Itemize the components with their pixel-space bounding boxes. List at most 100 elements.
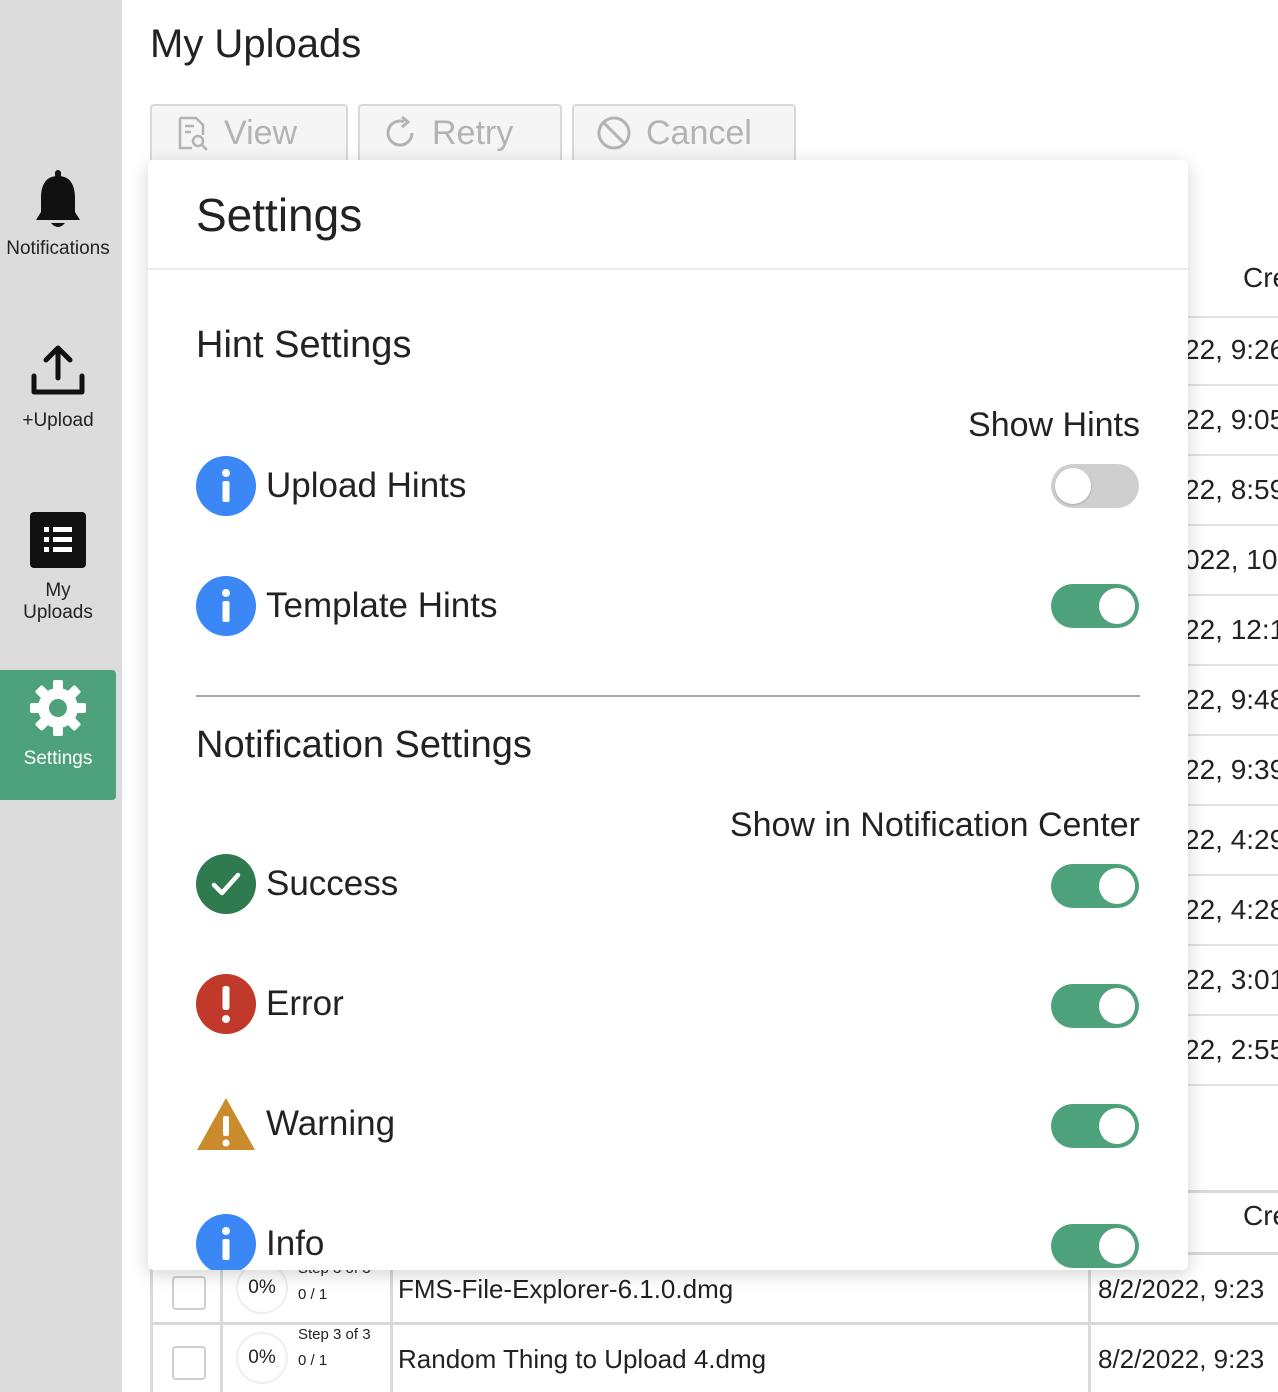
error-label: Error	[266, 984, 344, 1023]
error-toggle[interactable]	[1051, 984, 1139, 1028]
success-label: Success	[266, 864, 399, 903]
created-date-text: 22, 4:29	[1188, 824, 1278, 855]
gear-icon	[30, 680, 86, 736]
created-date-cell: 22, 3:01	[1188, 960, 1278, 1000]
warning-icon	[197, 1098, 255, 1150]
created-date-cell: 22, 9:26	[1188, 330, 1278, 370]
hint-settings-title: Hint Settings	[196, 324, 412, 366]
warning-label: Warning	[266, 1104, 396, 1143]
warning-toggle[interactable]	[1051, 1104, 1139, 1148]
created-date-text: 022, 10	[1188, 544, 1278, 575]
sidebar-item-label: Notifications	[6, 238, 110, 259]
upload-hints-label: Upload Hints	[266, 466, 467, 505]
sidebar-item-settings[interactable]: Settings	[0, 670, 116, 800]
created-date-cell: 22, 9:39	[1188, 750, 1278, 790]
row-checkbox[interactable]	[172, 1276, 206, 1310]
retry-icon	[386, 115, 414, 147]
sidebar: Notifications +Upload My Uploads Setting…	[0, 0, 122, 1392]
modal-header: Settings	[148, 160, 1188, 270]
created-date-cell: 22, 2:55	[1188, 1030, 1278, 1070]
table-divider	[1188, 804, 1278, 806]
row-checkbox[interactable]	[172, 1346, 206, 1380]
view-button-label: View	[224, 113, 298, 152]
created-date-cell: 22, 4:29	[1188, 820, 1278, 860]
toggle-knob	[1099, 988, 1135, 1024]
table-divider	[1188, 1014, 1278, 1016]
view-button[interactable]: View	[150, 104, 348, 160]
created-date: 8/2/2022, 9:23	[1098, 1274, 1265, 1304]
modal-title: Settings	[196, 189, 363, 241]
created-date-cell: 22, 12:1	[1188, 610, 1278, 650]
cancel-button[interactable]: Cancel	[572, 104, 796, 160]
table-divider	[1188, 524, 1278, 526]
created-date-cell: 22, 8:59	[1188, 470, 1278, 510]
created-date-text: 22, 2:55	[1188, 1034, 1278, 1065]
created-date-cell: 22, 4:28	[1188, 890, 1278, 930]
table-divider	[1188, 1084, 1278, 1086]
info-toggle[interactable]	[1051, 1224, 1139, 1268]
table-divider	[1188, 454, 1278, 456]
created-date-cell: 22, 9:05	[1188, 400, 1278, 440]
toggle-knob	[1099, 1108, 1135, 1144]
table-divider	[1188, 944, 1278, 946]
sidebar-item-upload[interactable]: +Upload	[0, 344, 116, 432]
sidebar-item-my-uploads[interactable]: My Uploads	[0, 512, 116, 624]
info-label: Info	[266, 1224, 325, 1263]
created-date-text: 22, 9:48	[1188, 684, 1278, 715]
cancel-icon	[597, 116, 631, 150]
sidebar-item-label: +Upload	[22, 410, 94, 431]
toggle-knob	[1099, 1228, 1135, 1264]
table-divider	[1188, 734, 1278, 736]
sidebar-item-label: Settings	[23, 748, 93, 769]
toggle-knob	[1099, 588, 1135, 624]
section-divider	[196, 695, 1140, 697]
sidebar-item-label: Uploads	[23, 602, 93, 623]
bell-icon	[36, 170, 80, 227]
success-toggle[interactable]	[1051, 864, 1139, 908]
sidebar-item-notifications[interactable]: Notifications	[0, 168, 116, 260]
created-column-header: Cre	[1243, 262, 1278, 293]
template-hints-label: Template Hints	[266, 586, 498, 625]
uploads-table-bottom: Cre 0% Step 3 of 3 0 / 1 FMS-File-Explor…	[150, 1190, 1278, 1392]
notification-settings-title: Notification Settings	[196, 724, 532, 766]
created-date-text: 22, 4:28	[1188, 894, 1278, 925]
sidebar-item-label: My	[45, 580, 71, 601]
settings-modal: Settings Hint Settings Show Hints Upload…	[148, 160, 1188, 1270]
info-icon	[196, 456, 256, 516]
page-title: My Uploads	[150, 22, 362, 66]
created-date-cell: 22, 9:48	[1188, 680, 1278, 720]
progress-percent: 0%	[236, 1332, 288, 1384]
created-date-cell: 022, 10	[1188, 540, 1278, 580]
upload-hints-toggle[interactable]	[1051, 464, 1139, 508]
cancel-button-label: Cancel	[646, 113, 752, 152]
created-date-text: 22, 9:39	[1188, 754, 1278, 785]
step-label: Step 3 of 3	[298, 1326, 371, 1343]
file-name[interactable]: Random Thing to Upload 4.dmg	[398, 1344, 766, 1375]
created-column-header: Cre	[1243, 1200, 1278, 1231]
created-date: 8/2/2022, 9:23	[1098, 1344, 1265, 1374]
table-divider	[1188, 594, 1278, 596]
info-icon	[196, 576, 256, 636]
table-divider	[1188, 1190, 1278, 1193]
notification-center-column-label: Show in Notification Center	[729, 806, 1140, 844]
created-date-text: 22, 9:05	[1188, 404, 1278, 435]
table-divider	[1188, 874, 1278, 876]
list-icon	[30, 512, 86, 568]
table-divider	[1188, 384, 1278, 386]
created-date-text: 22, 3:01	[1188, 964, 1278, 995]
table-divider	[1188, 664, 1278, 666]
created-date-text: 22, 8:59	[1188, 474, 1278, 505]
show-hints-column-label: Show Hints	[968, 406, 1140, 444]
upload-icon	[31, 345, 85, 395]
toggle-knob	[1055, 468, 1091, 504]
file-name[interactable]: FMS-File-Explorer-6.1.0.dmg	[398, 1274, 733, 1305]
step-count: 0 / 1	[298, 1352, 328, 1369]
created-date-text: 22, 9:26	[1188, 334, 1278, 365]
retry-button-label: Retry	[432, 113, 514, 152]
info-icon	[196, 1214, 256, 1270]
table-row[interactable]: 0% Step 3 of 3 0 / 1 Random Thing to Upl…	[150, 1324, 1278, 1392]
created-date-text: 22, 12:1	[1188, 614, 1278, 645]
template-hints-toggle[interactable]	[1051, 584, 1139, 628]
retry-button[interactable]: Retry	[358, 104, 562, 160]
check-circle-icon	[196, 854, 256, 914]
